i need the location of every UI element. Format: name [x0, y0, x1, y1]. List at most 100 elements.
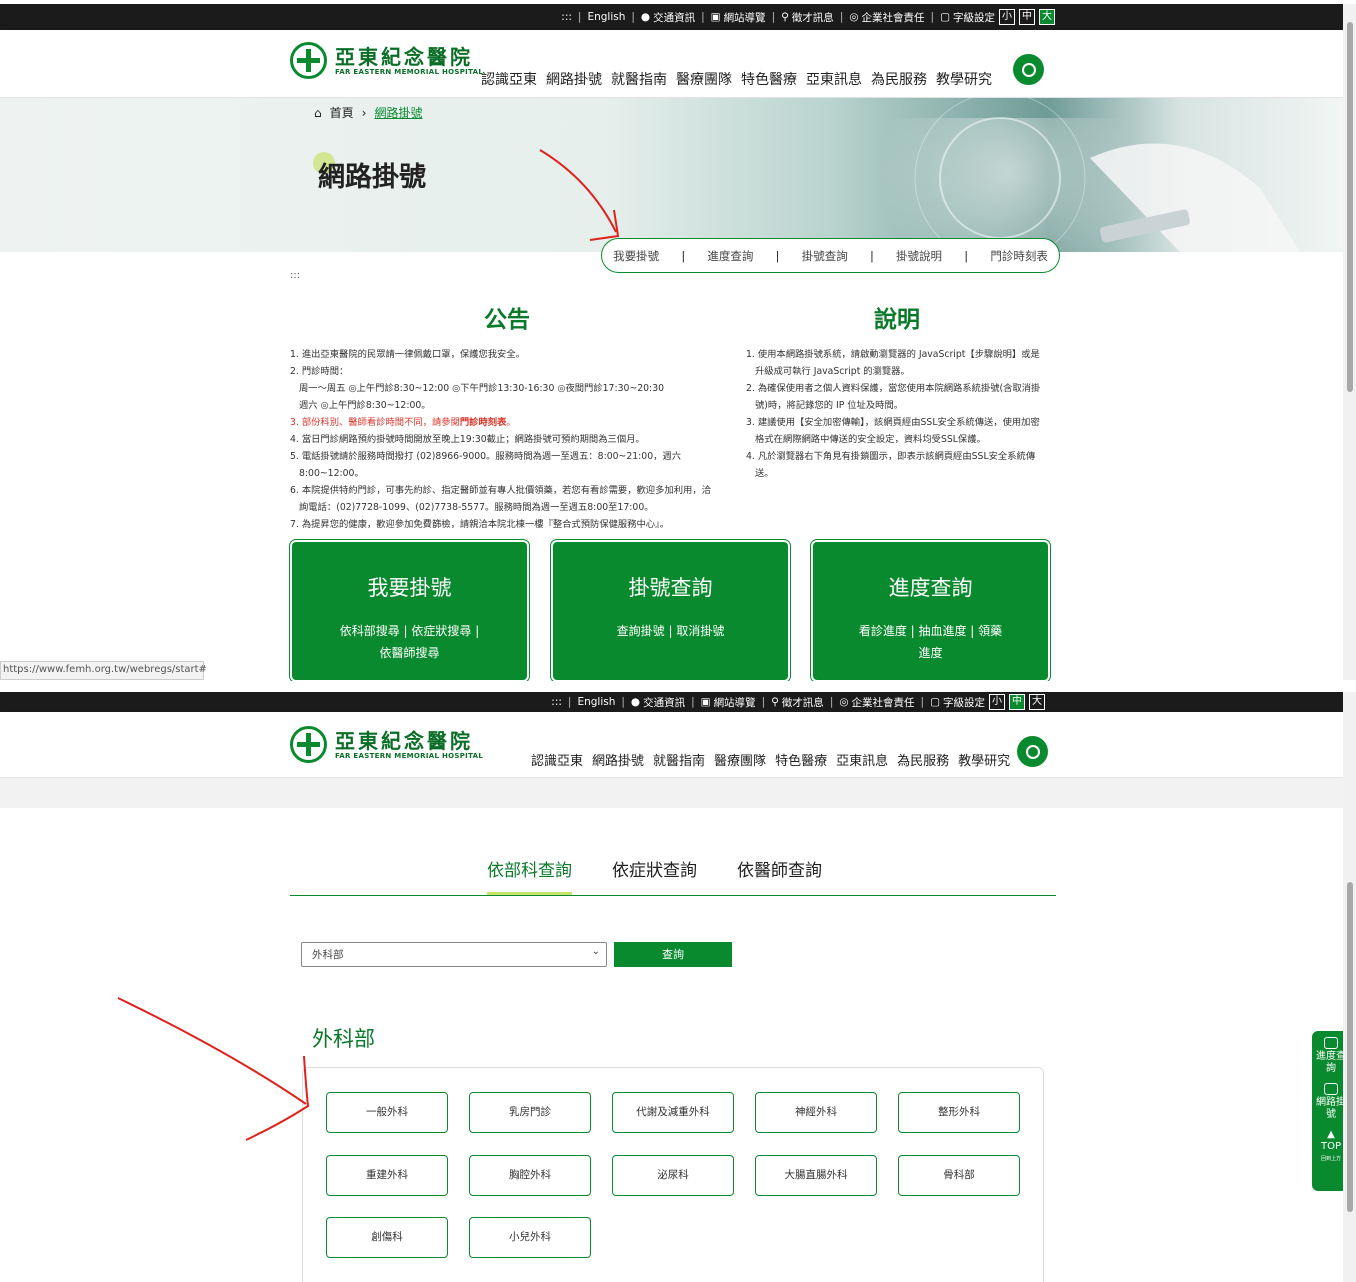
font-large-button[interactable]: 大: [1029, 694, 1045, 710]
traffic-link[interactable]: ● 交通資訊: [631, 695, 685, 710]
search-button[interactable]: [1017, 736, 1048, 767]
main-nav: 認識亞東 網路掛號 就醫指南 醫療團隊 特色醫療 亞東訊息 為民服務 教學研究: [481, 69, 992, 89]
query-button[interactable]: 查詢: [614, 942, 732, 967]
logo-chinese: 亞東紀念醫院: [335, 44, 473, 69]
dept-button-metabolic[interactable]: 代謝及減重外科: [612, 1092, 734, 1133]
tab-by-symptom[interactable]: 依症狀查詢: [612, 856, 697, 895]
subnav-explanation[interactable]: 掛號說明: [896, 248, 942, 264]
dept-button-breast[interactable]: 乳房門診: [469, 1092, 591, 1133]
font-large-button[interactable]: 大: [1039, 9, 1055, 25]
explanation-item: 2. 為確保使用者之個人資料保護，當您使用本院網路系統掛號(含取消掛: [746, 383, 1041, 394]
csr-link[interactable]: ◎ 企業社會責任: [839, 695, 914, 710]
nav-item-research[interactable]: 教學研究: [958, 750, 1010, 769]
schedule-link[interactable]: 門診時刻表: [460, 417, 507, 428]
dept-button-orthopedics[interactable]: 骨科部: [898, 1155, 1020, 1196]
nav-item-news[interactable]: 亞東訊息: [806, 69, 862, 89]
jobs-label: 徵才訊息: [791, 11, 834, 24]
float-register-label: 網路掛號: [1316, 1097, 1346, 1120]
page-title: 網路掛號: [318, 162, 426, 193]
skip-marker: :::: [290, 270, 301, 281]
progress-card[interactable]: 進度查詢 看診進度 | 抽血進度 | 領藥進度: [810, 539, 1051, 683]
skip-link[interactable]: :::: [561, 11, 572, 23]
nav-item-guide[interactable]: 就醫指南: [611, 69, 667, 89]
jobs-label: 徵才訊息: [781, 696, 824, 709]
scrollbar-thumb[interactable]: [1347, 882, 1353, 1212]
pin-icon: ●: [630, 696, 641, 708]
breadcrumb-current[interactable]: 網路掛號: [374, 104, 422, 121]
nav-item-registration[interactable]: 網路掛號: [592, 750, 644, 769]
query-card[interactable]: 掛號查詢 查詢掛號 | 取消掛號: [550, 539, 791, 683]
font-small-button[interactable]: 小: [999, 9, 1015, 25]
dept-button-plastic[interactable]: 整形外科: [898, 1092, 1020, 1133]
nav-item-news[interactable]: 亞東訊息: [836, 750, 888, 769]
chevron-down-icon: ⌄: [591, 946, 600, 957]
font-medium-button[interactable]: 中: [1019, 9, 1035, 25]
banner-graphic: [914, 98, 1300, 252]
register-card[interactable]: 我要掛號 依科部搜尋 | 依症狀搜尋 | 依醫師搜尋: [289, 539, 530, 683]
nav-item-special[interactable]: 特色醫療: [775, 750, 827, 769]
logo-chinese: 亞東紀念醫院: [335, 728, 473, 753]
department-select-value: 外科部: [312, 949, 344, 961]
float-progress-label: 進度查詢: [1316, 1051, 1346, 1074]
dept-button-thoracic[interactable]: 胸腔外科: [469, 1155, 591, 1196]
hospital-logo[interactable]: 亞東紀念醫院 FAR EASTERN MEMORIAL HOSPITAL: [290, 42, 483, 79]
logo-english: FAR EASTERN MEMORIAL HOSPITAL: [335, 751, 484, 760]
font-medium-button[interactable]: 中: [1009, 694, 1025, 710]
nav-item-registration[interactable]: 網路掛號: [546, 69, 602, 89]
sitemap-icon: ▣: [710, 11, 721, 23]
subnav-progress[interactable]: 進度查詢: [707, 248, 753, 264]
explanation-title: 說明: [874, 307, 920, 333]
nav-item-team[interactable]: 醫療團隊: [676, 69, 732, 89]
globe-icon: ◎: [849, 11, 859, 23]
dept-button-urology[interactable]: 泌尿科: [612, 1155, 734, 1196]
nav-item-special[interactable]: 特色醫療: [741, 69, 797, 89]
scrollbar-top[interactable]: [1343, 4, 1356, 680]
english-link[interactable]: English: [587, 11, 625, 23]
sitemap-link[interactable]: ▣ 網站導覽: [701, 695, 756, 710]
breadcrumb-home[interactable]: 首頁: [330, 104, 354, 121]
subnav-schedule[interactable]: 門診時刻表: [990, 248, 1048, 264]
announcement-list: 1. 進出亞東醫院的民眾請一律佩戴口罩，保護您我安全。 2. 門診時間： 周一～…: [290, 346, 740, 533]
scrollbar-bottom[interactable]: [1343, 692, 1356, 1282]
dept-button-colorectal[interactable]: 大腸直腸外科: [755, 1155, 877, 1196]
english-link[interactable]: English: [577, 696, 615, 708]
dept-button-trauma[interactable]: 創傷科: [326, 1217, 448, 1258]
query-card-links[interactable]: 查詢掛號 | 取消掛號: [553, 620, 788, 642]
jobs-link[interactable]: ⚲ 徵才訊息: [781, 10, 834, 25]
announcement-item: 2. 門診時間：: [290, 366, 349, 377]
csr-label: 企業社會責任: [861, 11, 925, 24]
tab-by-doctor[interactable]: 依醫師查詢: [737, 856, 822, 895]
top-utility-bar-2: ::: | English | ● 交通資訊 | ▣ 網站導覽 | ⚲ 徵才訊息 | ◎ 企業社會…: [0, 692, 1343, 712]
dept-button-neurosurgery[interactable]: 神經外科: [755, 1092, 877, 1133]
announcement-item: 5. 電話掛號請於服務時間撥打 (02)8966-9000。服務時間為週一至週五…: [290, 451, 682, 462]
font-small-button[interactable]: 小: [989, 694, 1005, 710]
nav-item-service[interactable]: 為民服務: [871, 69, 927, 89]
nav-item-team[interactable]: 醫療團隊: [714, 750, 766, 769]
explanation-list: 1. 使用本網路掛號系統，請啟動瀏覽器的 JavaScript【步驟說明】或是 …: [746, 346, 1056, 482]
progress-card-links[interactable]: 看診進度 | 抽血進度 | 領藥進度: [813, 620, 1048, 664]
progress-card-title: 進度查詢: [888, 576, 973, 600]
nav-item-about[interactable]: 認識亞東: [481, 69, 537, 89]
nav-item-about[interactable]: 認識亞東: [531, 750, 583, 769]
skip-link[interactable]: :::: [551, 696, 562, 708]
announcement-item: 詢電話：(02)7728-1099、(02)7738-5577。服務時間為週一至…: [299, 502, 654, 513]
pin-icon: ●: [640, 11, 651, 23]
tab-by-department[interactable]: 依部科查詢: [487, 856, 572, 895]
department-select[interactable]: 外科部 ⌄: [301, 942, 607, 967]
jobs-link[interactable]: ⚲ 徵才訊息: [771, 695, 824, 710]
traffic-link[interactable]: ● 交通資訊: [641, 10, 695, 25]
csr-link[interactable]: ◎ 企業社會責任: [849, 10, 924, 25]
content-band: [0, 778, 1343, 808]
register-card-links[interactable]: 依科部搜尋 | 依症狀搜尋 | 依醫師搜尋: [292, 620, 527, 664]
nav-item-guide[interactable]: 就醫指南: [653, 750, 705, 769]
hospital-logo[interactable]: 亞東紀念醫院 FAR EASTERN MEMORIAL HOSPITAL: [290, 726, 483, 763]
sitemap-link[interactable]: ▣ 網站導覽: [711, 10, 766, 25]
search-button[interactable]: [1013, 54, 1044, 85]
nav-item-service[interactable]: 為民服務: [897, 750, 949, 769]
dept-button-general-surgery[interactable]: 一般外科: [326, 1092, 448, 1133]
scrollbar-thumb[interactable]: [1347, 22, 1353, 392]
dept-button-reconstructive[interactable]: 重建外科: [326, 1155, 448, 1196]
dept-button-pediatric[interactable]: 小兒外科: [469, 1217, 591, 1258]
subnav-query[interactable]: 掛號查詢: [802, 248, 848, 264]
nav-item-research[interactable]: 教學研究: [936, 69, 992, 89]
